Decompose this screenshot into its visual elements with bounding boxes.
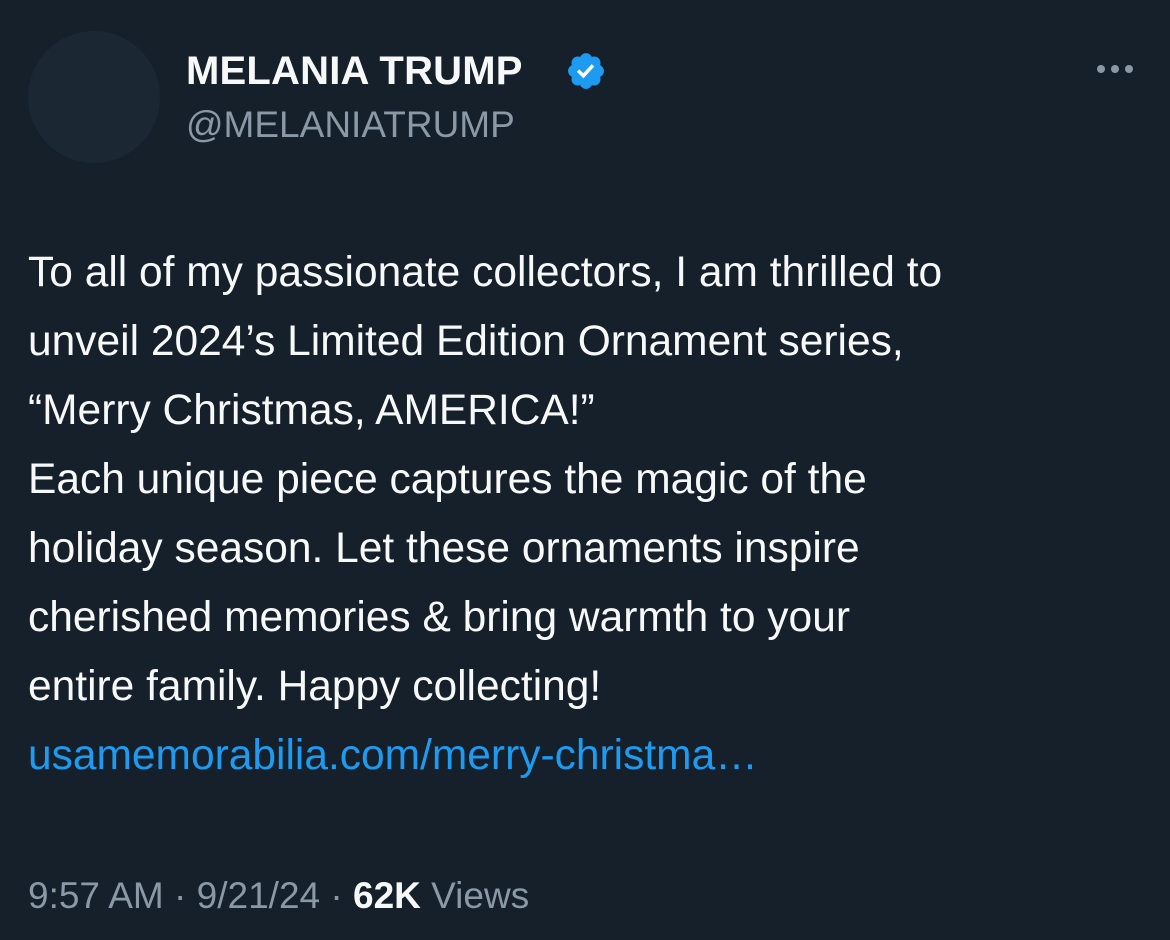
tweet-line: Each unique piece captures the magic of … bbox=[28, 456, 867, 503]
tweet-line: entire family. Happy collecting! bbox=[28, 663, 602, 710]
tweet-link[interactable]: usamemorabilia.com/merry-christma… bbox=[28, 732, 758, 779]
more-horizontal-icon[interactable] bbox=[1092, 52, 1138, 86]
meta-separator: · bbox=[330, 875, 343, 916]
tweet-line: unveil 2024’s Limited Edition Ornament s… bbox=[28, 318, 904, 365]
display-name[interactable]: MELANIA TRUMP bbox=[186, 48, 523, 94]
views-label: Views bbox=[431, 875, 530, 916]
tweet-meta: 9:57 AM · 9/21/24 · 62K Views bbox=[28, 872, 529, 920]
handle[interactable]: @MELANIATRUMP bbox=[186, 103, 515, 147]
tweet-text: To all of my passionate collectors, I am… bbox=[28, 238, 1153, 790]
tweet-line: “Merry Christmas, AMERICA!” bbox=[28, 387, 595, 434]
tweet-time[interactable]: 9:57 AM bbox=[28, 875, 164, 916]
tweet-line: holiday season. Let these ornaments insp… bbox=[28, 525, 860, 572]
avatar[interactable] bbox=[28, 31, 160, 163]
views-count: 62K bbox=[353, 875, 421, 916]
tweet-date[interactable]: 9/21/24 bbox=[197, 875, 320, 916]
meta-separator: · bbox=[174, 875, 187, 916]
tweet-line: To all of my passionate collectors, I am… bbox=[28, 249, 943, 296]
verified-badge-icon bbox=[568, 53, 604, 89]
tweet-line: cherished memories & bring warmth to you… bbox=[28, 594, 850, 641]
